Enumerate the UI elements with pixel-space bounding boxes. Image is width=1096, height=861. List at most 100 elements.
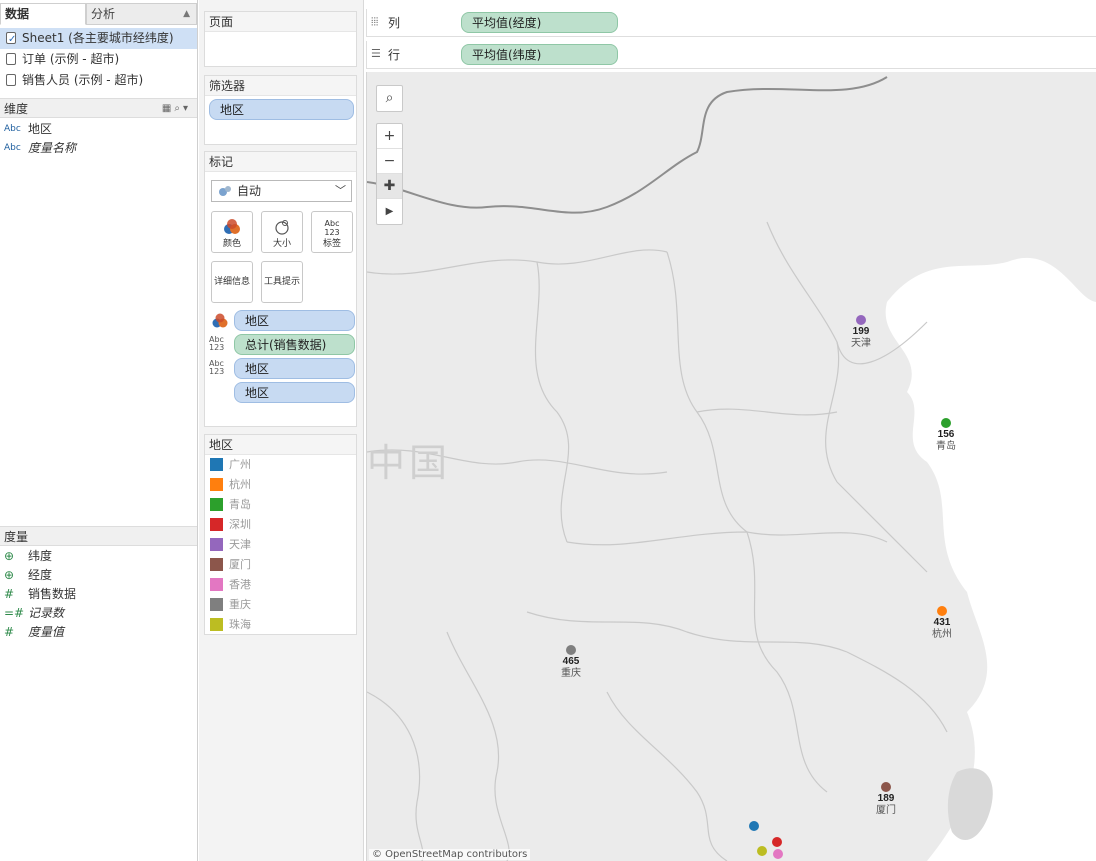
string-type-icon: Abc [4,124,21,134]
rows-pill[interactable]: 平均值(纬度) [461,44,618,65]
filter-pill[interactable]: 地区 [209,99,354,120]
tab-analysis-label: 分析 [91,7,116,21]
columns-icon: ⦙⦙⦙ [371,15,379,28]
legend-swatch [210,578,223,591]
mark-encoding-color[interactable]: 地区 [209,310,355,332]
city-mark[interactable] [941,418,951,428]
legend-item[interactable]: 重庆 [209,595,251,615]
shelves-pane: 页面 筛选器 地区 标记 自动 ﹀ 颜色 大小 Abc 123 标签 详细信息 … [199,0,364,861]
city-label: 189 厦门 [861,793,911,817]
columns-shelf[interactable]: ⦙⦙⦙ 列 平均值(经度) [366,9,1096,37]
dimension-field[interactable]: Abc 地区 [0,120,52,139]
city-mark[interactable] [881,782,891,792]
measure-field[interactable]: # 度量值 [0,623,64,642]
label-pill[interactable]: 地区 [234,358,355,379]
label-pill[interactable]: 总计(销售数据) [234,334,355,355]
legend-swatch [210,618,223,631]
view-grid-icon[interactable]: ▦ [162,103,174,114]
city-mark[interactable] [566,645,576,655]
data-source-icon [6,53,16,65]
legend-item-label: 杭州 [229,478,251,491]
color-button[interactable]: 颜色 [211,211,253,253]
label-button[interactable]: Abc 123 标签 [311,211,353,253]
measure-field-label: 销售数据 [28,587,77,601]
city-mark[interactable] [772,837,782,847]
legend-item[interactable]: 杭州 [209,475,251,495]
mark-encoding-detail[interactable]: 地区 [209,382,355,404]
legend-item[interactable]: 厦门 [209,555,251,575]
city-name-label: 青岛 [936,441,956,452]
legend-swatch [210,458,223,471]
size-button[interactable]: 大小 [261,211,303,253]
legend-item-label: 天津 [229,538,251,551]
legend-title: 地区 [205,435,356,455]
data-source-active-icon [6,29,16,50]
mark-type-dropdown[interactable]: 自动 ﹀ [211,180,352,202]
filters-title: 筛选器 [205,76,356,96]
tab-analysis[interactable]: 分析 ▲ [86,3,197,25]
search-icon[interactable]: ⌕ [174,103,183,114]
data-source-item[interactable]: 订单 (示例 - 超市) [0,49,197,70]
tooltip-button[interactable]: 工具提示 [261,261,303,303]
measure-field[interactable]: =# 记录数 [0,604,64,623]
auto-mark-icon [219,186,231,196]
map-view[interactable]: 中国 ⌕ + − ✚ ▶ 199 天津 156 青岛 431 杭州 465 重庆 189 厦门 ©… [366,72,1096,861]
rows-shelf-label: 行 [388,48,401,62]
rows-icon: ☰ [371,47,381,60]
legend-swatch [210,538,223,551]
city-label: 465 重庆 [546,656,596,680]
legend-item[interactable]: 天津 [209,535,251,555]
data-source-item[interactable]: Sheet1 (各主要城市经纬度) [0,28,197,50]
map-attribution[interactable]: © OpenStreetMap contributors [369,849,531,860]
columns-pill[interactable]: 平均值(经度) [461,12,618,33]
legend-item[interactable]: 香港 [209,575,251,595]
city-mark[interactable] [773,849,783,859]
city-mark[interactable] [856,315,866,325]
measure-field[interactable]: # 销售数据 [0,585,76,604]
mark-encoding-label[interactable]: Abc 123 地区 [209,358,355,380]
mark-encoding-label[interactable]: Abc 123 总计(销售数据) [209,334,355,356]
city-label: 431 杭州 [917,617,967,641]
measure-field[interactable]: ⊕ 纬度 [0,547,52,566]
data-source-label: 订单 (示例 - 超市) [22,52,120,66]
city-label: 199 天津 [836,326,886,350]
measures-title: 度量 [4,530,29,544]
city-mark[interactable] [757,846,767,856]
legend-item-label: 深圳 [229,518,251,531]
left-tabs: 数据 分析 ▲ [0,3,197,25]
rows-shelf[interactable]: ☰ 行 平均值(纬度) [366,41,1096,69]
tab-data[interactable]: 数据 [0,3,86,25]
detail-pill[interactable]: 地区 [234,382,355,403]
measure-field[interactable]: ⊕ 经度 [0,566,52,585]
measure-field-label: 度量值 [28,625,65,639]
dimension-field-label: 度量名称 [28,141,77,155]
pages-card[interactable]: 页面 [204,11,357,67]
chevron-down-icon[interactable]: ▾ [183,103,191,114]
legend-item[interactable]: 深圳 [209,515,251,535]
city-value-label: 156 [937,429,955,440]
city-value-label: 465 [562,656,580,667]
data-source-item[interactable]: 销售人员 (示例 - 超市) [0,70,197,91]
detail-button[interactable]: 详细信息 [211,261,253,303]
dimensions-tools[interactable]: ▦⌕▾ [162,99,191,119]
legend-swatch [210,478,223,491]
globe-icon: ⊕ [4,549,15,563]
sort-arrows-icon[interactable]: ▲ [183,4,190,25]
color-pill[interactable]: 地区 [234,310,355,331]
marks-card: 标记 自动 ﹀ 颜色 大小 Abc 123 标签 详细信息 工具提示 地区 Ab… [204,151,357,427]
city-name-label: 天津 [851,338,871,349]
data-source-label: 销售人员 (示例 - 超市) [22,73,144,87]
filters-card[interactable]: 筛选器 地区 [204,75,357,145]
legend-item-label: 香港 [229,578,251,591]
pages-title: 页面 [205,12,356,32]
city-mark[interactable] [749,821,759,831]
legend-item[interactable]: 青岛 [209,495,251,515]
legend-swatch [210,598,223,611]
legend-item[interactable]: 广州 [209,455,251,475]
dimension-field[interactable]: Abc 度量名称 [0,139,76,158]
hash-icon: # [4,587,15,601]
city-mark[interactable] [937,606,947,616]
legend-item[interactable]: 珠海 [209,615,251,635]
legend-item-label: 厦门 [229,558,251,571]
data-source-list: Sheet1 (各主要城市经纬度) 订单 (示例 - 超市) 销售人员 (示例 … [0,28,197,91]
